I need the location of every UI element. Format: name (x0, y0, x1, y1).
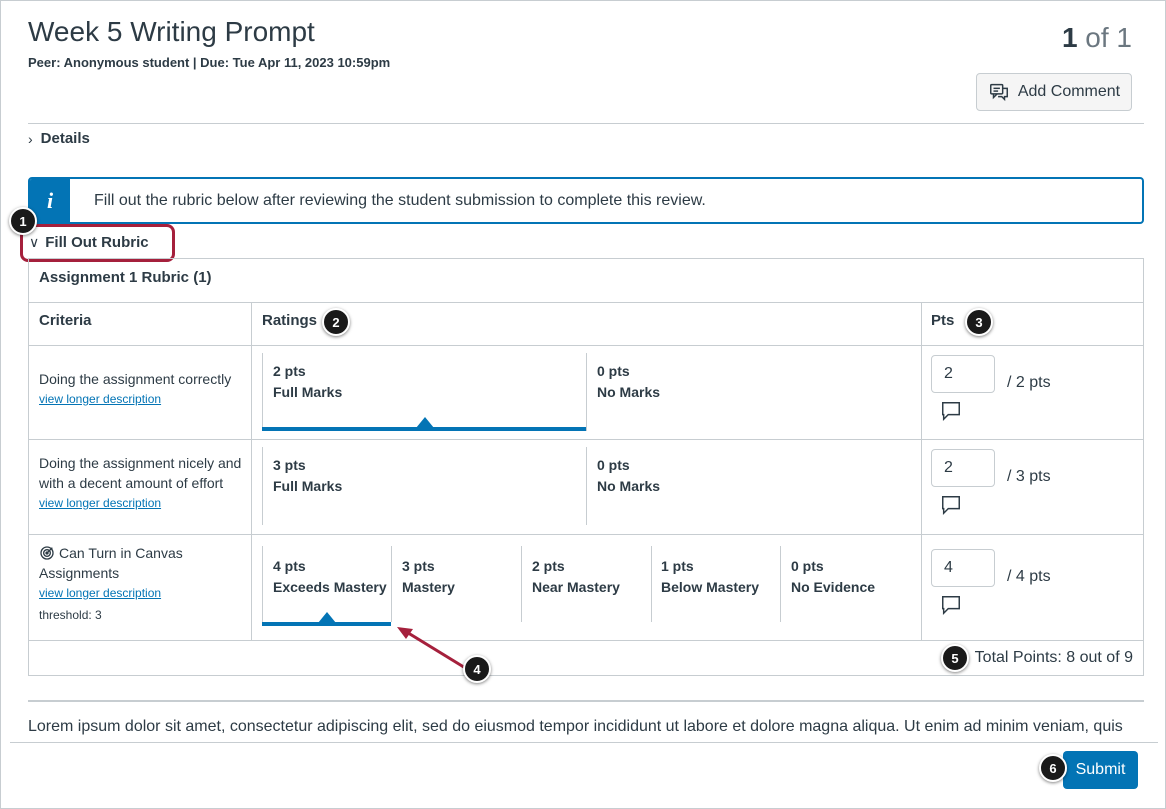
criteria-header: Criteria (39, 312, 92, 329)
criterion-2-text: Doing the assignment nicely and with a d… (39, 455, 242, 491)
callout-badge-6: 6 (1039, 754, 1067, 782)
comment-icon (989, 83, 1008, 102)
rating-near-mastery[interactable]: 2 pts Near Mastery (532, 556, 620, 598)
rubric-title-divider (29, 302, 1143, 303)
points-possible-2: / 3 pts (1007, 468, 1051, 485)
col-divider-criteria (251, 302, 252, 640)
rating-mastery[interactable]: 3 pts Mastery (402, 556, 455, 598)
chevron-right-icon: › (28, 130, 33, 147)
row-divider (29, 439, 1143, 440)
rating-below-mastery[interactable]: 1 pts Below Mastery (661, 556, 759, 598)
submission-divider (28, 700, 1144, 702)
criterion-1-longer-description-link[interactable]: view longer description (39, 389, 244, 409)
callout-badge-3: 3 (965, 308, 993, 336)
alert-message: Fill out the rubric below after reviewin… (94, 191, 706, 209)
comment-icon[interactable] (940, 494, 962, 516)
fill-rubric-toggle[interactable]: ∨ Fill Out Rubric (29, 234, 149, 251)
rating-no-marks[interactable]: 0 pts No Marks (597, 455, 660, 497)
pager-current: 1 (1061, 22, 1078, 53)
rating-full-marks[interactable]: 3 pts Full Marks (273, 455, 342, 497)
add-comment-button[interactable]: Add Comment (976, 73, 1132, 111)
rating-pts: 2 pts (532, 558, 565, 574)
rating-label: Mastery (402, 579, 455, 595)
rating-label: Exceeds Mastery (273, 579, 387, 595)
details-toggle[interactable]: › Details (28, 130, 90, 147)
submission-pager: 1 of 1 (1062, 22, 1132, 54)
rating-exceeds-mastery[interactable]: 4 pts Exceeds Mastery (273, 556, 387, 598)
peer-due-info: Peer: Anonymous student | Due: Tue Apr 1… (28, 55, 391, 70)
rating-pts: 2 pts (273, 363, 306, 379)
rating-label: Below Mastery (661, 579, 760, 595)
criterion-1-text: Doing the assignment correctly (39, 371, 232, 387)
fill-rubric-label: Fill Out Rubric (45, 234, 149, 251)
rating-no-marks[interactable]: 0 pts No Marks (597, 361, 660, 403)
rating-divider (391, 546, 392, 622)
rating-label: No Evidence (791, 579, 876, 595)
comment-icon[interactable] (940, 400, 962, 422)
rating-pts: 3 pts (402, 558, 435, 574)
rating-divider (262, 353, 263, 431)
rating-divider (651, 546, 652, 622)
rating-label: No Marks (597, 478, 661, 494)
rating-pts: 1 pts (661, 558, 694, 574)
comment-icon[interactable] (940, 594, 962, 616)
pager-total: of 1 (1085, 22, 1132, 53)
add-comment-label: Add Comment (1017, 83, 1121, 100)
ratings-header: Ratings (262, 312, 318, 329)
callout-badge-1: 1 (9, 207, 37, 235)
criterion-3-text: Can Turn in Canvas Assignments (39, 543, 244, 583)
rating-divider (521, 546, 522, 622)
pts-header: Pts (931, 312, 955, 329)
rating-pts: 3 pts (273, 457, 306, 473)
callout-badge-2: 2 (322, 308, 350, 336)
threshold-label: threshold: 3 (39, 608, 102, 622)
total-points: Total Points: 8 out of 9 (974, 649, 1133, 666)
submission-text: Lorem ipsum dolor sit amet, consectetur … (28, 718, 1123, 735)
outcome-target-icon (40, 546, 54, 560)
row-divider (29, 534, 1143, 535)
rating-pts: 4 pts (273, 558, 306, 574)
rubric-title: Assignment 1 Rubric (1) (39, 269, 212, 286)
details-label: Details (40, 130, 90, 147)
selected-rating-bar (262, 622, 391, 626)
col-divider-pts (921, 302, 922, 640)
rating-no-evidence[interactable]: 0 pts No Evidence (791, 556, 875, 598)
points-input-2[interactable]: 2 (931, 449, 995, 487)
points-possible-3: / 4 pts (1007, 568, 1051, 585)
rating-label: Full Marks (273, 384, 343, 400)
criterion-3: Can Turn in Canvas Assignments view long… (39, 543, 244, 625)
rating-divider (262, 546, 263, 622)
header-row-divider (29, 345, 1143, 346)
rating-label: No Marks (597, 384, 661, 400)
rating-divider (262, 447, 263, 525)
criterion-3-label: Can Turn in Canvas Assignments (39, 545, 183, 581)
rating-label: Near Mastery (532, 579, 620, 595)
row-divider (29, 640, 1143, 641)
callout-badge-5: 5 (941, 644, 969, 672)
criterion-1: Doing the assignment correctly view long… (39, 369, 244, 409)
points-input-3[interactable]: 4 (931, 549, 995, 587)
header-divider (28, 123, 1144, 124)
criterion-3-longer-description-link[interactable]: view longer description (39, 583, 244, 603)
rating-divider (586, 353, 587, 431)
page-title: Week 5 Writing Prompt (28, 16, 315, 47)
selected-rating-bar (262, 427, 586, 431)
rating-pts: 0 pts (597, 363, 630, 379)
rating-full-marks[interactable]: 2 pts Full Marks (273, 361, 342, 403)
rating-pts: 0 pts (597, 457, 630, 473)
criterion-2: Doing the assignment nicely and with a d… (39, 453, 244, 513)
submit-button[interactable]: Submit (1063, 751, 1138, 789)
rating-pts: 0 pts (791, 558, 824, 574)
footer-divider (10, 742, 1158, 743)
points-input-1[interactable]: 2 (931, 355, 995, 393)
criterion-2-longer-description-link[interactable]: view longer description (39, 493, 244, 513)
callout-badge-4: 4 (463, 655, 491, 683)
points-possible-1: / 2 pts (1007, 374, 1051, 391)
chevron-down-icon: ∨ (29, 234, 40, 250)
info-alert: i Fill out the rubric below after review… (28, 177, 1144, 224)
rating-divider (780, 546, 781, 622)
rating-label: Full Marks (273, 478, 343, 494)
rating-divider (586, 447, 587, 525)
